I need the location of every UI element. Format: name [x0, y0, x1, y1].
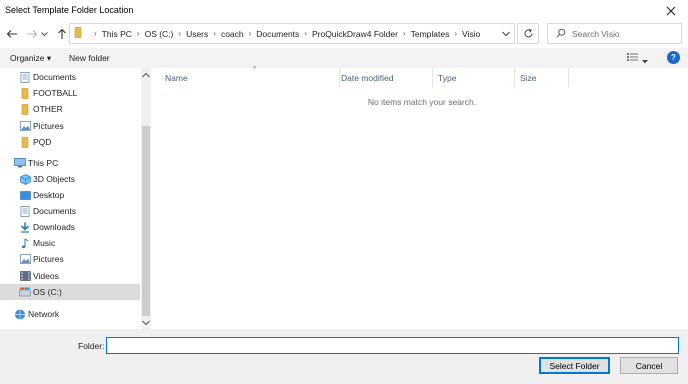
- column-header-date-modified[interactable]: Date modified: [336, 68, 433, 87]
- up-button[interactable]: [54, 26, 70, 42]
- column-header-name[interactable]: ^ Name: [160, 66, 340, 87]
- breadcrumb-documents[interactable]: Documents: [256, 29, 299, 39]
- folder-field[interactable]: [106, 337, 679, 354]
- desktop-icon: [19, 189, 31, 201]
- close-icon: [666, 6, 676, 16]
- nav-item-desktop[interactable]: Desktop: [0, 187, 140, 203]
- 3d-objects-icon: [19, 173, 31, 185]
- breadcrumb-separator-icon: ›: [213, 29, 216, 38]
- column-header-size[interactable]: Size: [515, 68, 569, 87]
- breadcrumb-separator-icon: ›: [454, 29, 458, 38]
- view-options-dropdown[interactable]: [642, 56, 648, 66]
- folder-icon: [19, 136, 31, 148]
- nav-item-videos[interactable]: Videos: [0, 268, 140, 284]
- pc-icon: [14, 157, 26, 169]
- drive-icon: [19, 286, 31, 298]
- refresh-icon: [524, 28, 532, 38]
- refresh-button[interactable]: [517, 23, 539, 44]
- music-icon: [19, 237, 31, 249]
- folder-input[interactable]: [107, 338, 678, 353]
- empty-list-message: No items match your search.: [367, 97, 477, 107]
- navigation-pane-scrollbar[interactable]: [141, 68, 151, 329]
- documents-icon: [19, 71, 31, 83]
- nav-item-downloads[interactable]: Downloads: [0, 219, 140, 235]
- close-button[interactable]: [654, 0, 688, 22]
- folder-icon: [19, 103, 31, 115]
- nav-item-other[interactable]: OTHER: [0, 101, 140, 117]
- chevron-down-icon: [40, 31, 48, 36]
- search-icon: [556, 28, 566, 40]
- address-bar[interactable]: › This PC › OS (C:) › Users › coach › Do…: [69, 23, 515, 44]
- back-button[interactable]: [4, 26, 20, 42]
- network-icon: [14, 308, 26, 320]
- command-bar: Organize ▾ New folder ?: [0, 48, 688, 68]
- change-view-icon[interactable]: [627, 52, 638, 64]
- breadcrumb-separator-icon: ›: [304, 29, 307, 38]
- pictures-icon: [19, 120, 31, 132]
- search-input[interactable]: [572, 28, 672, 39]
- nav-item-pqd[interactable]: PQD: [0, 134, 140, 150]
- address-history-button[interactable]: [502, 29, 510, 39]
- nav-item-os-c[interactable]: OS (C:): [0, 284, 140, 300]
- scrollbar-thumb[interactable]: [142, 126, 150, 316]
- nav-item-this-pc[interactable]: This PC: [0, 155, 140, 171]
- nav-item-pictures-quick[interactable]: Pictures: [0, 118, 140, 134]
- cancel-button[interactable]: Cancel: [620, 357, 678, 374]
- recent-locations-button[interactable]: [39, 26, 49, 42]
- caret-down-icon: [642, 60, 648, 64]
- breadcrumb-os-c[interactable]: OS (C:): [145, 29, 174, 39]
- scroll-up-icon[interactable]: [142, 70, 150, 80]
- breadcrumb-separator-icon: ›: [94, 29, 97, 38]
- breadcrumb-templates[interactable]: Templates: [411, 29, 450, 39]
- forward-arrow-icon: [27, 30, 38, 38]
- chevron-down-icon: [502, 31, 510, 37]
- column-header-type[interactable]: Type: [433, 68, 515, 87]
- sort-ascending-icon: ^: [253, 66, 257, 73]
- breadcrumb-proquickdraw4-folder[interactable]: ProQuickDraw4 Folder: [312, 29, 398, 39]
- pictures-icon: [19, 253, 31, 265]
- forward-button[interactable]: [24, 26, 40, 42]
- nav-item-football[interactable]: FOOTBALL: [0, 85, 140, 101]
- organize-menu[interactable]: Organize ▾: [10, 53, 51, 64]
- back-arrow-icon: [6, 30, 17, 38]
- breadcrumb-separator-icon: ›: [178, 29, 182, 38]
- folder-icon: [19, 87, 31, 99]
- breadcrumb-separator-icon: ›: [248, 29, 252, 38]
- breadcrumb-coach[interactable]: coach: [221, 29, 244, 39]
- dialog-footer: Folder: Select Folder Cancel: [0, 329, 688, 384]
- title-bar: Select Template Folder Location: [0, 0, 688, 22]
- window-title: Select Template Folder Location: [5, 5, 134, 15]
- search-box[interactable]: [547, 23, 682, 44]
- help-button[interactable]: ?: [667, 51, 680, 64]
- breadcrumb-this-pc[interactable]: This PC: [102, 29, 132, 39]
- nav-item-3d-objects[interactable]: 3D Objects: [0, 171, 140, 187]
- folder-icon: [74, 27, 83, 40]
- videos-icon: [19, 270, 31, 282]
- breadcrumb: › This PC › OS (C:) › Users › coach › Do…: [89, 29, 480, 39]
- breadcrumb-separator-icon: ›: [402, 29, 406, 38]
- nav-item-documents[interactable]: Documents: [0, 203, 140, 219]
- nav-item-network[interactable]: Network: [0, 306, 140, 322]
- breadcrumb-users[interactable]: Users: [186, 29, 208, 39]
- navigation-pane: Documents FOOTBALL OTHER Pictures PQD Th…: [0, 68, 140, 329]
- documents-icon: [19, 205, 31, 217]
- breadcrumb-separator-icon: ›: [136, 29, 140, 38]
- folder-label: Folder:: [78, 341, 105, 351]
- new-folder-button[interactable]: New folder: [69, 53, 110, 63]
- nav-item-music[interactable]: Music: [0, 235, 140, 251]
- downloads-icon: [19, 221, 31, 233]
- nav-item-documents-quick[interactable]: Documents: [0, 69, 140, 85]
- up-arrow-icon: [58, 28, 66, 39]
- breadcrumb-visio[interactable]: Visio: [462, 29, 480, 39]
- select-folder-button[interactable]: Select Folder: [539, 357, 610, 374]
- file-list: ^ Name Date modified Type Size No items …: [152, 66, 688, 329]
- nav-item-pictures[interactable]: Pictures: [0, 251, 140, 267]
- scroll-down-icon[interactable]: [142, 318, 150, 328]
